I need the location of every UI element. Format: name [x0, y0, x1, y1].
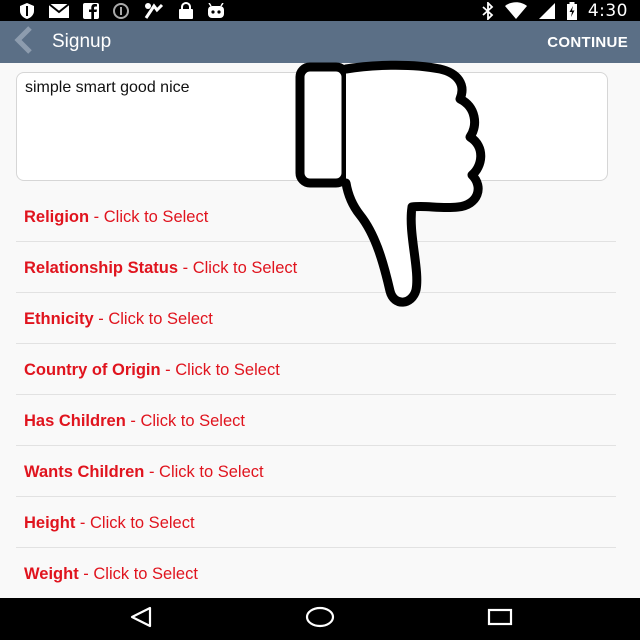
- status-bar: 4:30: [0, 0, 640, 21]
- fail-icon: [142, 2, 166, 20]
- field-action: - Click to Select: [144, 463, 264, 481]
- wifi-icon: [504, 1, 528, 20]
- back-button[interactable]: [8, 25, 40, 59]
- field-row-country-of-origin[interactable]: Country of Origin - Click to Select: [16, 344, 616, 395]
- action-bar: Signup CONTINUE: [0, 21, 640, 63]
- field-action: - Click to Select: [125, 412, 245, 430]
- field-action: - Click to Select: [93, 310, 213, 328]
- field-action: - Click to Select: [75, 514, 195, 532]
- battery-icon: [566, 1, 578, 20]
- field-action: - Click to Select: [89, 208, 209, 226]
- field-label: Wants Children: [24, 463, 145, 481]
- back-icon: [128, 606, 154, 633]
- bio-textarea[interactable]: simple smart good nice: [16, 72, 608, 181]
- field-label: Religion: [24, 208, 90, 226]
- nav-back-button[interactable]: [121, 606, 161, 632]
- field-label: Weight: [24, 565, 79, 583]
- bluetooth-icon: [482, 1, 494, 20]
- field-row-height[interactable]: Height - Click to Select: [16, 497, 616, 548]
- page-title: Signup: [52, 31, 112, 52]
- field-action: - Click to Select: [78, 565, 198, 583]
- nav-home-button[interactable]: [300, 606, 340, 632]
- field-label: Country of Origin: [24, 361, 161, 379]
- recents-icon: [486, 607, 514, 632]
- facebook-icon: [82, 2, 100, 20]
- lock-icon: [178, 1, 194, 20]
- signal-icon: [538, 2, 556, 20]
- field-row-relationship-status[interactable]: Relationship Status - Click to Select: [16, 242, 616, 293]
- mail-icon: [48, 2, 70, 19]
- field-row-religion[interactable]: Religion - Click to Select: [16, 191, 616, 242]
- home-icon: [304, 606, 336, 633]
- navigation-bar: [0, 598, 640, 640]
- field-label: Height: [24, 514, 76, 532]
- field-row-ethnicity[interactable]: Ethnicity - Click to Select: [16, 293, 616, 344]
- field-row-has-children[interactable]: Has Children - Click to Select: [16, 395, 616, 446]
- nav-recents-button[interactable]: [480, 606, 520, 632]
- chevron-left-icon: [13, 25, 35, 59]
- bio-text: simple smart good nice: [25, 79, 190, 96]
- field-action: - Click to Select: [178, 259, 298, 277]
- shield-icon: [18, 2, 36, 20]
- field-action: - Click to Select: [160, 361, 280, 379]
- system-icons: 4:30: [482, 0, 628, 21]
- status-time: 4:30: [587, 0, 628, 21]
- field-label: Has Children: [24, 412, 126, 430]
- signup-screen: 4:30 Signup CONTINUE simple smart good n…: [0, 0, 640, 640]
- field-list: Religion - Click to Select Relationship …: [16, 191, 616, 598]
- android-icon: [206, 2, 226, 19]
- field-label: Ethnicity: [24, 310, 94, 328]
- notification-icons: [18, 1, 226, 20]
- field-label: Relationship Status: [24, 259, 179, 277]
- signup-form: simple smart good nice Religion - Click …: [0, 63, 640, 598]
- field-row-wants-children[interactable]: Wants Children - Click to Select: [16, 446, 616, 497]
- field-row-weight[interactable]: Weight - Click to Select: [16, 548, 616, 598]
- circle-icon: [112, 2, 130, 20]
- continue-button[interactable]: CONTINUE: [547, 34, 628, 51]
